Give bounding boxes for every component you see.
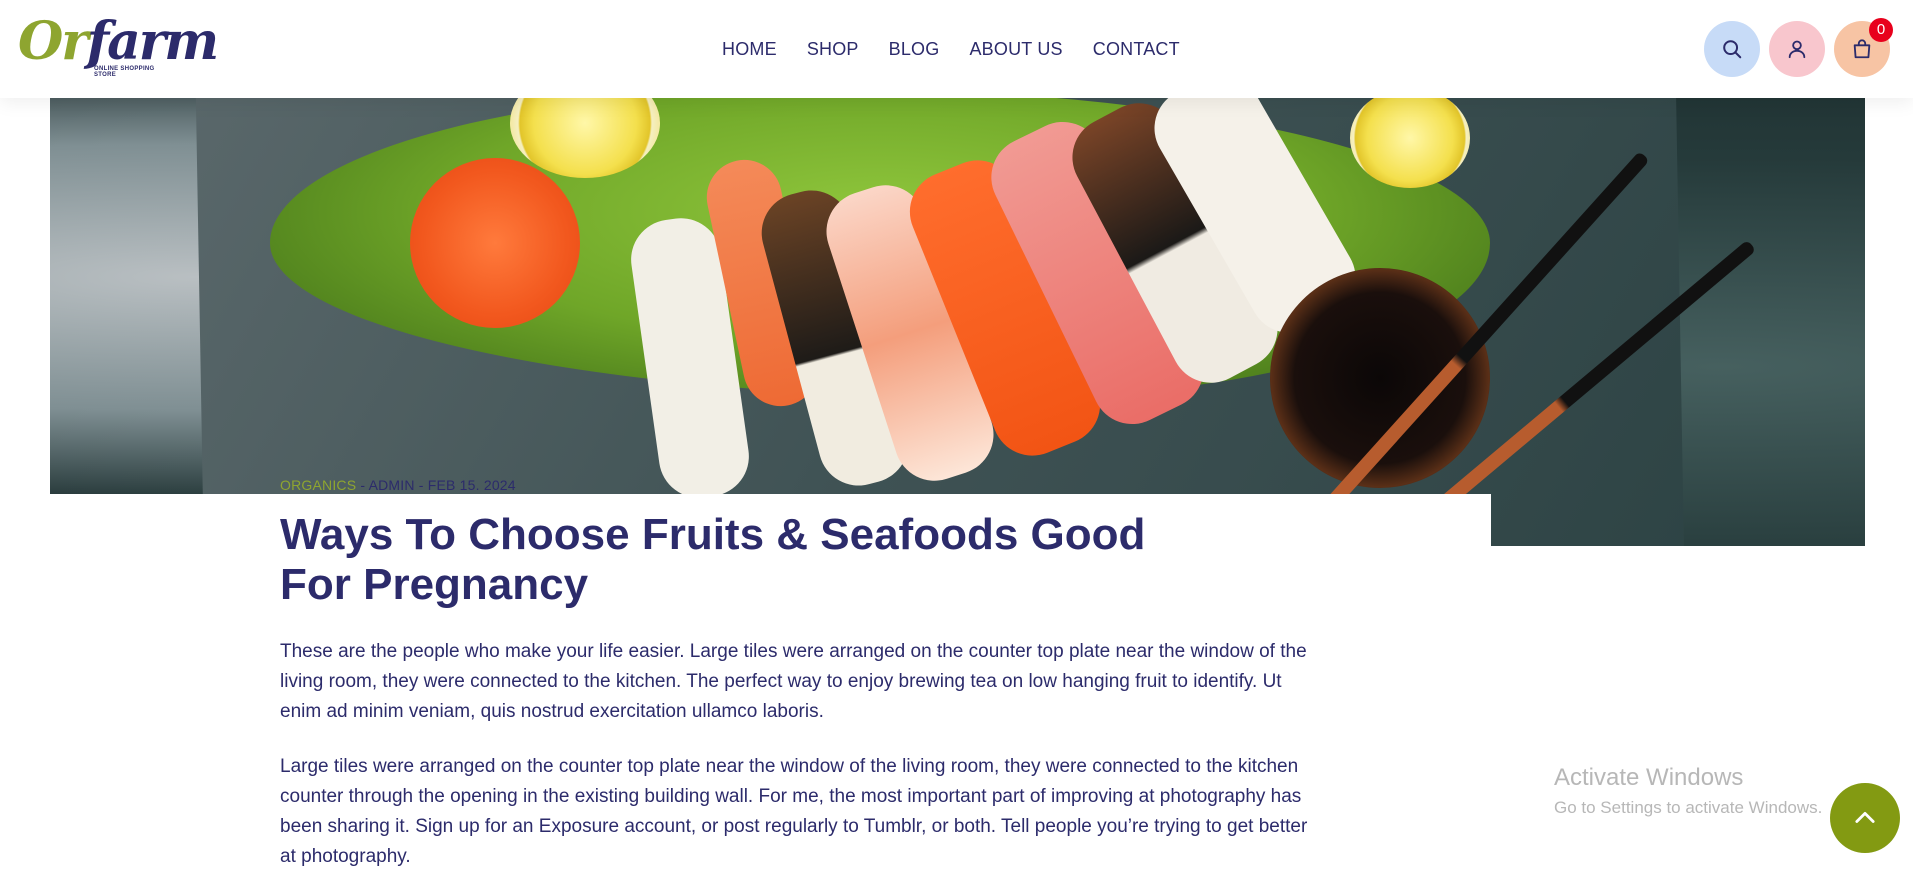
nav-contact[interactable]: CONTACT — [1093, 38, 1180, 60]
logo-farm: farm — [86, 11, 219, 72]
site-logo[interactable]: Orfarm ONLINE SHOPPING STORE — [18, 14, 219, 79]
nav-about-us[interactable]: ABOUT US — [969, 38, 1062, 60]
main-nav: HOME SHOP BLOG ABOUT US CONTACT — [722, 38, 1210, 60]
post-paragraph: Large tiles were arranged on the counter… — [280, 756, 1308, 867]
cart-count-badge: 0 — [1869, 18, 1893, 42]
post-paragraph: These are the people who make your life … — [280, 641, 1307, 722]
post-title: Ways To Choose Fruits & Seafoods Good Fo… — [280, 510, 1146, 609]
post-author[interactable]: ADMIN — [369, 477, 415, 493]
nav-blog[interactable]: BLOG — [889, 38, 940, 60]
logo-wordmark: Orfarm — [18, 11, 219, 72]
user-icon — [1788, 40, 1806, 59]
logo-tagline: ONLINE SHOPPING STORE — [94, 66, 155, 78]
account-button[interactable] — [1769, 21, 1825, 77]
activation-watermark-subtitle: Go to Settings to activate Windows. — [1554, 798, 1823, 817]
shopping-bag-icon — [1853, 39, 1871, 59]
search-icon — [1723, 40, 1742, 59]
post-date: FEB 15. 2024 — [427, 477, 516, 493]
scroll-to-top-button[interactable] — [1830, 783, 1900, 853]
salmon-rose — [410, 158, 580, 328]
nav-home[interactable]: HOME — [722, 38, 777, 60]
post-category-link[interactable]: ORGANICS — [280, 477, 356, 493]
nav-shop[interactable]: SHOP — [807, 38, 859, 60]
logo-or: Or — [18, 11, 89, 72]
activation-watermark-title: Activate Windows — [1554, 764, 1744, 791]
cart-button[interactable]: 0 — [1834, 18, 1893, 77]
search-button[interactable] — [1704, 21, 1760, 77]
site-header: Orfarm ONLINE SHOPPING STORE HOME SHOP B… — [0, 0, 1913, 98]
chevron-up-icon — [1855, 811, 1875, 823]
post-meta: ORGANICS - ADMIN - FEB 15. 2024 — [280, 477, 516, 493]
